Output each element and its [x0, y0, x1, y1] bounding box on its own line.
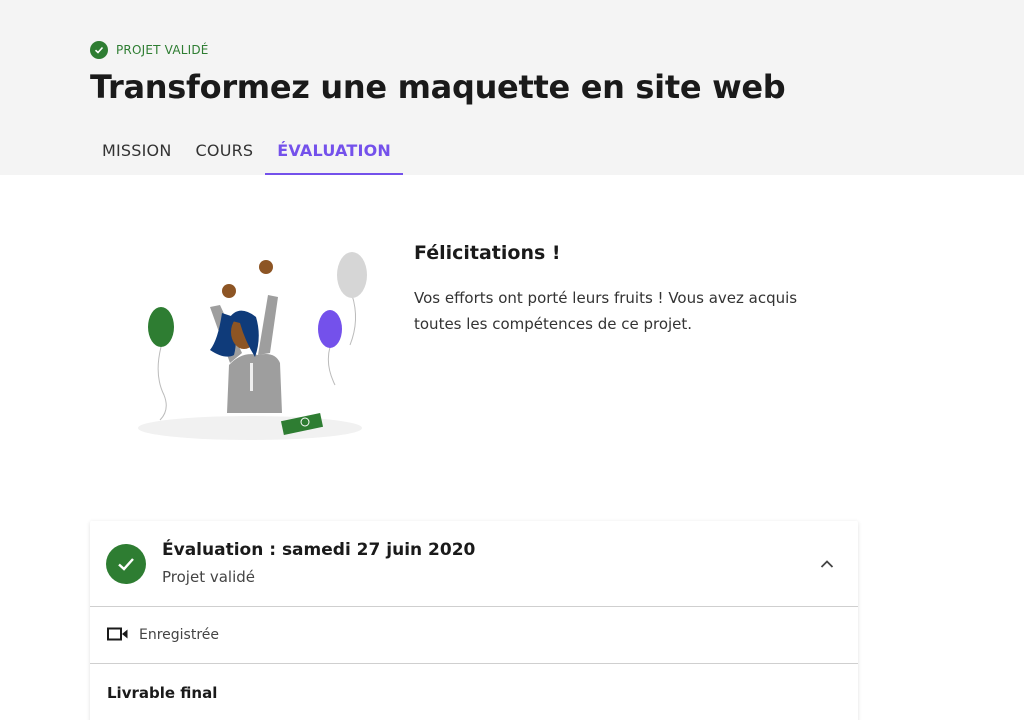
- check-icon: [106, 544, 146, 584]
- recording-row: Enregistrée: [90, 607, 858, 664]
- tab-evaluation[interactable]: ÉVALUATION: [265, 130, 403, 175]
- evaluation-title: Évaluation : samedi 27 juin 2020: [162, 540, 476, 560]
- congrats-title: Félicitations !: [414, 242, 561, 264]
- video-camera-icon: [107, 626, 129, 645]
- project-header: PROJET VALIDÉ Transformez une maquette e…: [0, 0, 1024, 175]
- tab-bar: MISSION COURS ÉVALUATION: [90, 130, 403, 175]
- evaluation-card: Évaluation : samedi 27 juin 2020 Projet …: [90, 521, 858, 720]
- congrats-text: Vos efforts ont porté leurs fruits ! Vou…: [414, 289, 798, 333]
- tab-mission[interactable]: MISSION: [90, 130, 184, 175]
- tab-cours[interactable]: COURS: [184, 130, 266, 175]
- project-status: PROJET VALIDÉ: [90, 41, 209, 59]
- page-title: Transformez une maquette en site web: [90, 68, 786, 106]
- evaluation-status: Projet validé: [162, 568, 255, 586]
- final-deliverable-label: Livrable final: [107, 684, 218, 702]
- chevron-up-icon[interactable]: [816, 554, 838, 574]
- evaluation-card-header[interactable]: Évaluation : samedi 27 juin 2020 Projet …: [90, 521, 858, 607]
- celebration-illustration: [130, 245, 380, 450]
- status-label: PROJET VALIDÉ: [116, 43, 209, 57]
- recording-label: Enregistrée: [139, 627, 220, 643]
- check-icon: [90, 41, 108, 59]
